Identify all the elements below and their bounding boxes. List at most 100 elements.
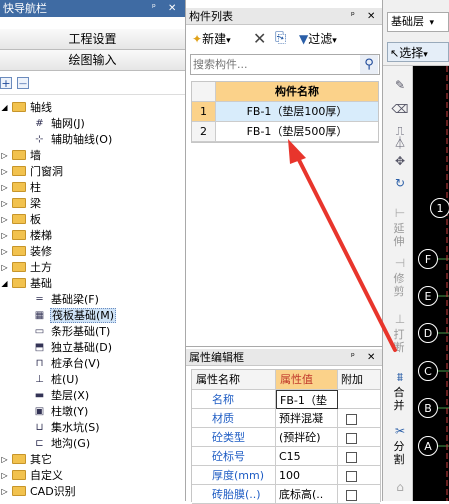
break-icon[interactable]: ⊥	[391, 312, 409, 326]
expand-arrow-icon[interactable]: ▷	[0, 247, 9, 256]
expand-arrow-icon[interactable]: ▷	[0, 151, 9, 160]
expand-arrow-icon[interactable]: ▷	[0, 215, 9, 224]
extra-checkbox[interactable]	[346, 489, 357, 501]
copy-component-icon[interactable]: ⎘	[275, 30, 286, 46]
tree-item[interactable]: ═ 基础梁(F)	[0, 290, 185, 307]
tree-folder[interactable]: ▷ 墙	[0, 146, 185, 163]
extra-checkbox[interactable]	[346, 432, 357, 444]
tree-item[interactable]: ⬒ 独立基础(D)	[0, 338, 185, 355]
tree-item[interactable]: ▭ 条形基础(T)	[0, 322, 185, 339]
tree-folder[interactable]: ▷ 装修	[0, 242, 185, 259]
axis-node-D[interactable]: D	[418, 323, 438, 343]
merge-button[interactable]: 合并	[392, 386, 406, 412]
property-value[interactable]: 100	[276, 466, 338, 485]
tree-item[interactable]: ▬ 垫层(X)	[0, 386, 185, 403]
property-row[interactable]: 砖胎膜(..) 底标高(..	[192, 485, 380, 504]
collapse-all-button[interactable]: —	[17, 77, 29, 89]
component-list-close-icon[interactable]: ✕	[367, 8, 375, 25]
expand-arrow-icon[interactable]: ▷	[0, 455, 9, 464]
expand-arrow-icon[interactable]: ▷	[0, 167, 9, 176]
select-button[interactable]: ↖选择▾	[387, 42, 449, 62]
tree-folder[interactable]: ◢ 基础	[0, 274, 185, 291]
axis-node-C[interactable]: C	[418, 361, 438, 381]
expand-arrow-icon[interactable]: ▷	[0, 231, 9, 240]
tree-item[interactable]: ⊓ 桩承台(V)	[0, 354, 185, 371]
axis-node-B[interactable]: B	[418, 398, 438, 418]
project-settings-button[interactable]: 工程设置	[0, 29, 185, 50]
pencil-icon[interactable]: ✎	[391, 78, 409, 92]
extra-checkbox[interactable]	[346, 451, 357, 463]
mirror-icon[interactable]: ⏃	[391, 134, 409, 151]
new-component-button[interactable]: ✦新建▾	[192, 30, 231, 48]
drawing-input-button[interactable]: 绘图输入	[0, 50, 185, 71]
extend-icon[interactable]: ⊢	[391, 206, 409, 220]
eraser-icon[interactable]: ⌫	[391, 102, 409, 116]
tree-folder[interactable]: ▷ 柱	[0, 178, 185, 195]
component-row-2[interactable]: 2 FB-1（垫层500厚）	[192, 122, 378, 142]
expand-all-button[interactable]: +	[0, 77, 12, 89]
collapse-arrow-icon[interactable]: ◢	[0, 103, 9, 112]
tree-item[interactable]: ▣ 柱墩(Y)	[0, 402, 185, 419]
layer-select[interactable]: 基础层 ▾	[387, 12, 449, 32]
expand-arrow-icon[interactable]: ▷	[0, 471, 9, 480]
axis-node-F[interactable]: F	[418, 249, 438, 269]
tree-folder[interactable]: ▷ 其它	[0, 450, 185, 467]
expand-arrow-icon[interactable]: ▷	[0, 263, 9, 272]
component-name-cell[interactable]: FB-1（垫层100厚）	[216, 102, 378, 121]
tree-folder[interactable]: ▷ 板	[0, 210, 185, 227]
tree-item[interactable]: ⊏ 地沟(G)	[0, 434, 185, 451]
move-icon[interactable]: ✥	[391, 154, 409, 168]
tree-folder[interactable]: ▷ 自定义	[0, 466, 185, 483]
component-list-pin-icon[interactable]: ᵖ	[351, 8, 355, 25]
nav-close-icon[interactable]: ✕	[168, 0, 176, 17]
tree-item[interactable]: ⊥ 桩(U)	[0, 370, 185, 387]
tree-folder[interactable]: ▷ 楼梯	[0, 226, 185, 243]
filter-button[interactable]: ▼过滤▾	[299, 30, 337, 48]
tree-item[interactable]: # 轴网(J)	[0, 114, 185, 131]
property-value[interactable]: 预拌混凝	[276, 409, 338, 428]
drawing-canvas[interactable]: 1 F E D C B A	[413, 66, 449, 501]
extra-checkbox[interactable]	[346, 413, 357, 425]
property-editor-pin-icon[interactable]: ᵖ	[351, 349, 355, 366]
delete-component-icon[interactable]: ✕	[253, 29, 266, 48]
split-button[interactable]: 分割	[392, 440, 406, 466]
property-row[interactable]: 砼类型 (预拌砼)	[192, 428, 380, 447]
tree-item[interactable]: ⊹ 辅助轴线(O)	[0, 130, 185, 147]
expand-arrow-icon[interactable]: ▷	[0, 487, 9, 496]
tree-folder[interactable]: ▷ 门窗洞	[0, 162, 185, 179]
split-icon[interactable]: ✂	[391, 424, 409, 438]
break-button[interactable]: 打断	[392, 328, 406, 354]
search-icon[interactable]: ⚲	[360, 55, 378, 74]
axis-node-1[interactable]: 1	[430, 198, 449, 218]
trim-icon[interactable]: ⊣	[391, 256, 409, 270]
property-value[interactable]: 底标高(..	[276, 485, 338, 504]
axis-node-A[interactable]: A	[418, 436, 438, 456]
extra-checkbox[interactable]	[346, 470, 357, 482]
property-row[interactable]: 名称 FB-1（垫	[192, 390, 380, 409]
tree-folder[interactable]: ◢ 轴线	[0, 98, 185, 115]
expand-arrow-icon[interactable]: ▷	[0, 183, 9, 192]
axis-node-E[interactable]: E	[418, 286, 438, 306]
tree-item[interactable]: ▦ 筏板基础(M)	[0, 306, 185, 323]
component-name-cell[interactable]: FB-1（垫层500厚）	[216, 122, 378, 141]
property-row[interactable]: 厚度(mm) 100	[192, 466, 380, 485]
rotate-icon[interactable]: ↻	[391, 176, 409, 190]
component-row-1[interactable]: 1 FB-1（垫层100厚）	[192, 102, 378, 122]
component-search-input[interactable]	[193, 56, 353, 72]
property-value[interactable]: FB-1（垫	[276, 390, 338, 409]
merge-icon[interactable]: ⩩	[391, 370, 409, 385]
property-value[interactable]: (预拌砼)	[276, 428, 338, 447]
tree-folder[interactable]: ▷ 土方	[0, 258, 185, 275]
property-row[interactable]: 砼标号 C15	[192, 447, 380, 466]
tree-item[interactable]: ⊔ 集水坑(S)	[0, 418, 185, 435]
property-row[interactable]: 材质 预拌混凝	[192, 409, 380, 428]
nav-pin-icon[interactable]: ᵖ	[152, 0, 156, 17]
expand-arrow-icon[interactable]: ▷	[0, 199, 9, 208]
trim-button[interactable]: 修剪	[392, 272, 406, 298]
property-value[interactable]: C15	[276, 447, 338, 466]
tool-icon[interactable]: ⌂	[391, 480, 409, 494]
tree-folder[interactable]: ▷ 梁	[0, 194, 185, 211]
collapse-arrow-icon[interactable]: ◢	[0, 279, 9, 288]
extend-button[interactable]: 延伸	[392, 222, 406, 248]
property-editor-close-icon[interactable]: ✕	[367, 349, 375, 366]
